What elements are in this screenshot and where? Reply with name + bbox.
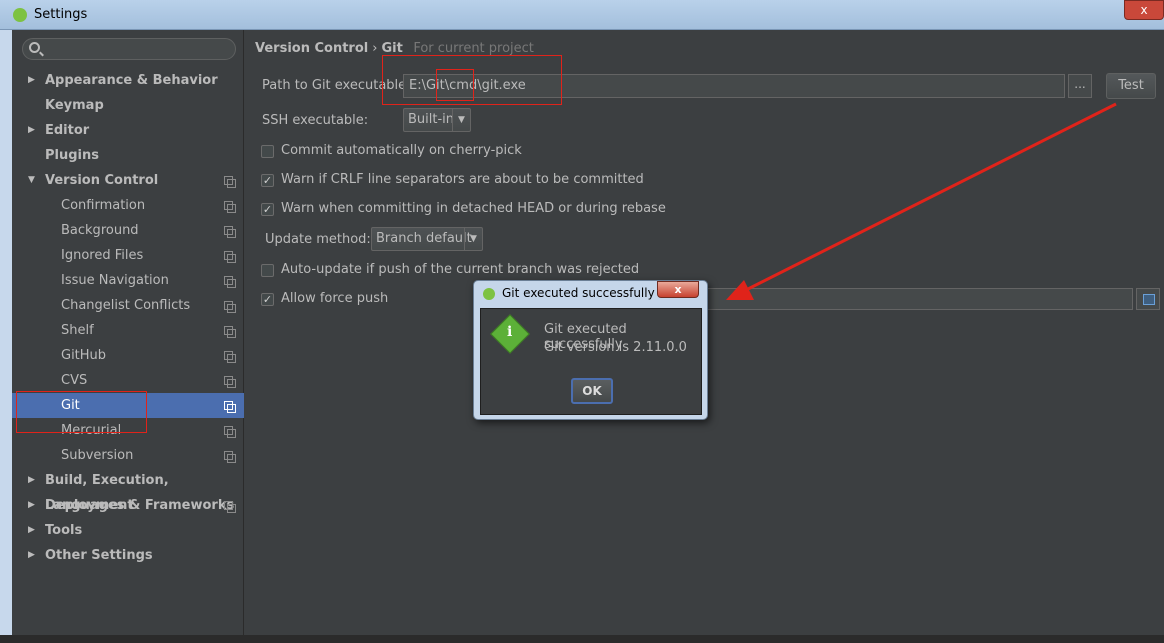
- dialog-title-bar: Git executed successfully x: [474, 281, 707, 306]
- dialog-message-line2: Git version is 2.11.0.0: [544, 340, 687, 355]
- dialog-body: i Git executed successfully Git version …: [480, 308, 702, 415]
- arrow-line: [741, 102, 1117, 294]
- arrow-head: [726, 280, 754, 300]
- dialog-close-button[interactable]: x: [657, 281, 699, 298]
- android-studio-icon: [483, 288, 495, 300]
- bottom-bar: [0, 635, 1164, 643]
- dialog-title: Git executed successfully: [502, 286, 655, 300]
- ok-button[interactable]: OK: [571, 378, 613, 404]
- info-glyph: i: [507, 324, 513, 340]
- git-success-dialog: Git executed successfully x i Git execut…: [473, 280, 708, 420]
- settings-window: Settings x ▶ Appearance & Behavior Keyma…: [0, 0, 1164, 643]
